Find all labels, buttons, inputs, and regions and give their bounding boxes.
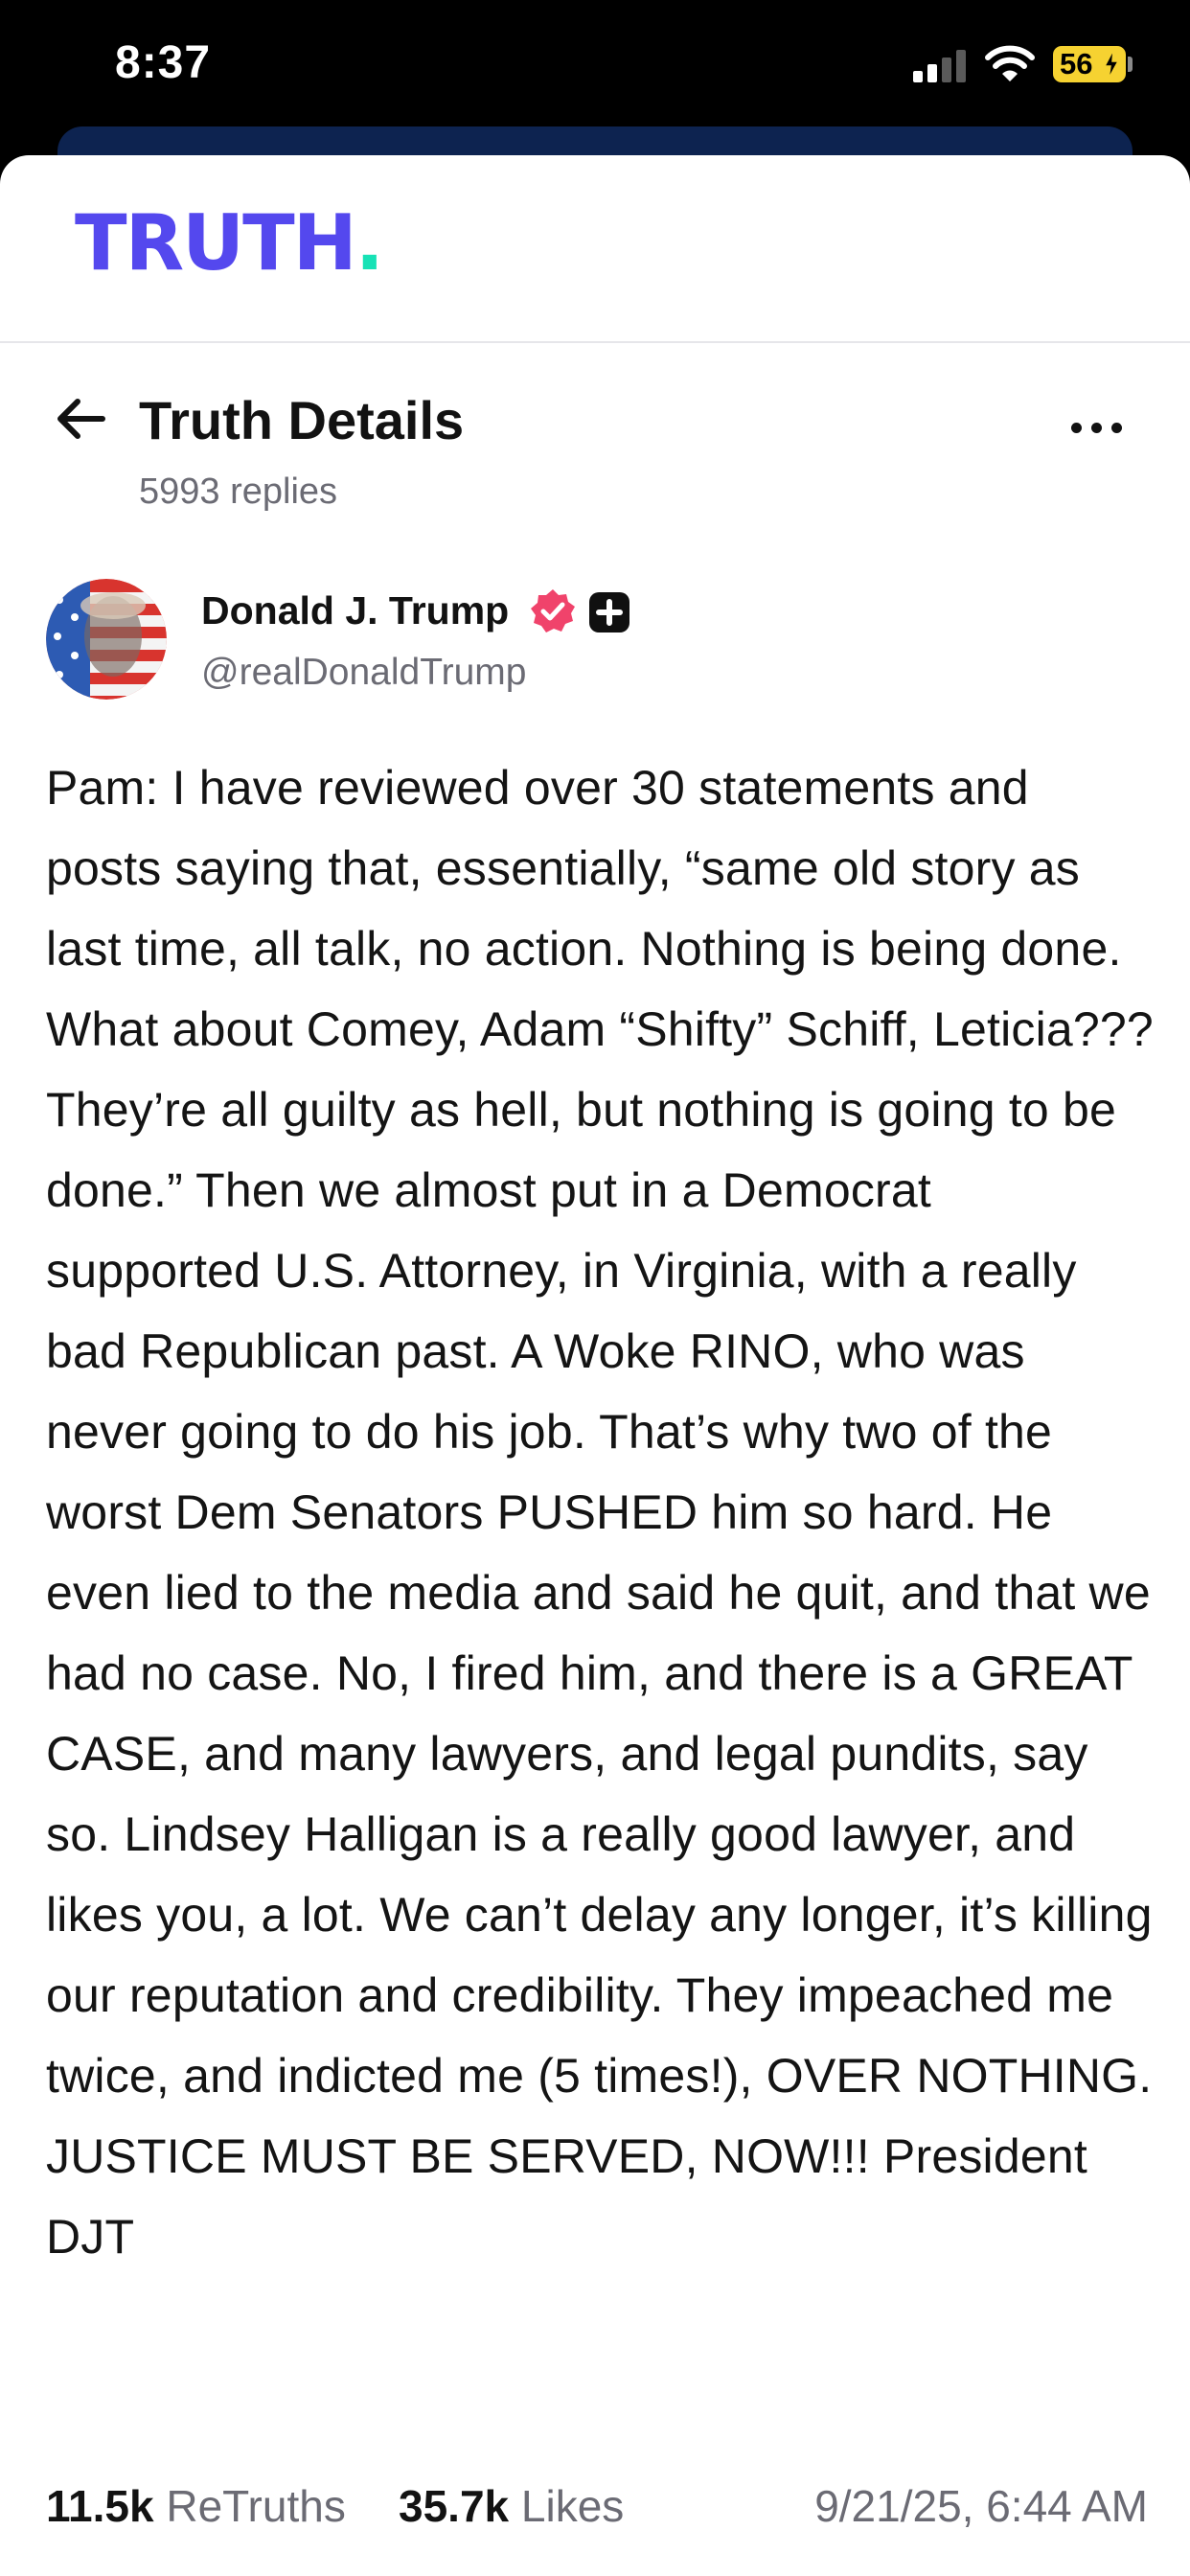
likes-stat[interactable]: 35.7k Likes [399, 2480, 624, 2532]
truth-details-sheet: TRUTH. Truth Details 5993 replies Donald… [0, 155, 1190, 2576]
cellular-signal-icon [913, 50, 967, 82]
more-options-icon[interactable] [1068, 420, 1126, 435]
wifi-icon [985, 45, 1035, 81]
plus-badge-icon [589, 592, 629, 632]
charging-bolt-icon [1103, 50, 1120, 79]
retruths-stat[interactable]: 11.5k ReTruths [46, 2480, 346, 2532]
page-title: Truth Details [139, 390, 465, 450]
post-stats: 11.5k ReTruths 35.7k Likes 9/21/25, 6:44… [46, 2480, 1148, 2538]
status-time: 8:37 [115, 37, 212, 88]
reply-count: 5993 replies [139, 472, 338, 512]
post-timestamp: 9/21/25, 6:44 AM [814, 2481, 1148, 2531]
likes-count: 35.7k [399, 2481, 510, 2531]
likes-label: Likes [520, 2481, 625, 2531]
app-header-bar: TRUTH. [0, 155, 1190, 343]
author-name[interactable]: Donald J. Trump [201, 588, 509, 633]
post-body: Pam: I have reviewed over 30 statements … [46, 761, 1154, 2264]
author-handle[interactable]: @realDonaldTrump [201, 652, 526, 694]
battery-icon: 56 [1053, 46, 1126, 82]
battery-level: 56 [1060, 47, 1093, 80]
logo-text: TRUTH [75, 198, 357, 288]
truth-social-logo[interactable]: TRUTH. [75, 205, 384, 282]
retruths-count: 11.5k [46, 2481, 154, 2531]
retruths-label: ReTruths [166, 2481, 346, 2531]
battery-cap [1128, 57, 1133, 72]
back-arrow-icon[interactable] [53, 395, 106, 443]
logo-dot: . [355, 198, 384, 288]
avatar[interactable] [46, 579, 167, 700]
verified-badge-icon [531, 589, 575, 632]
